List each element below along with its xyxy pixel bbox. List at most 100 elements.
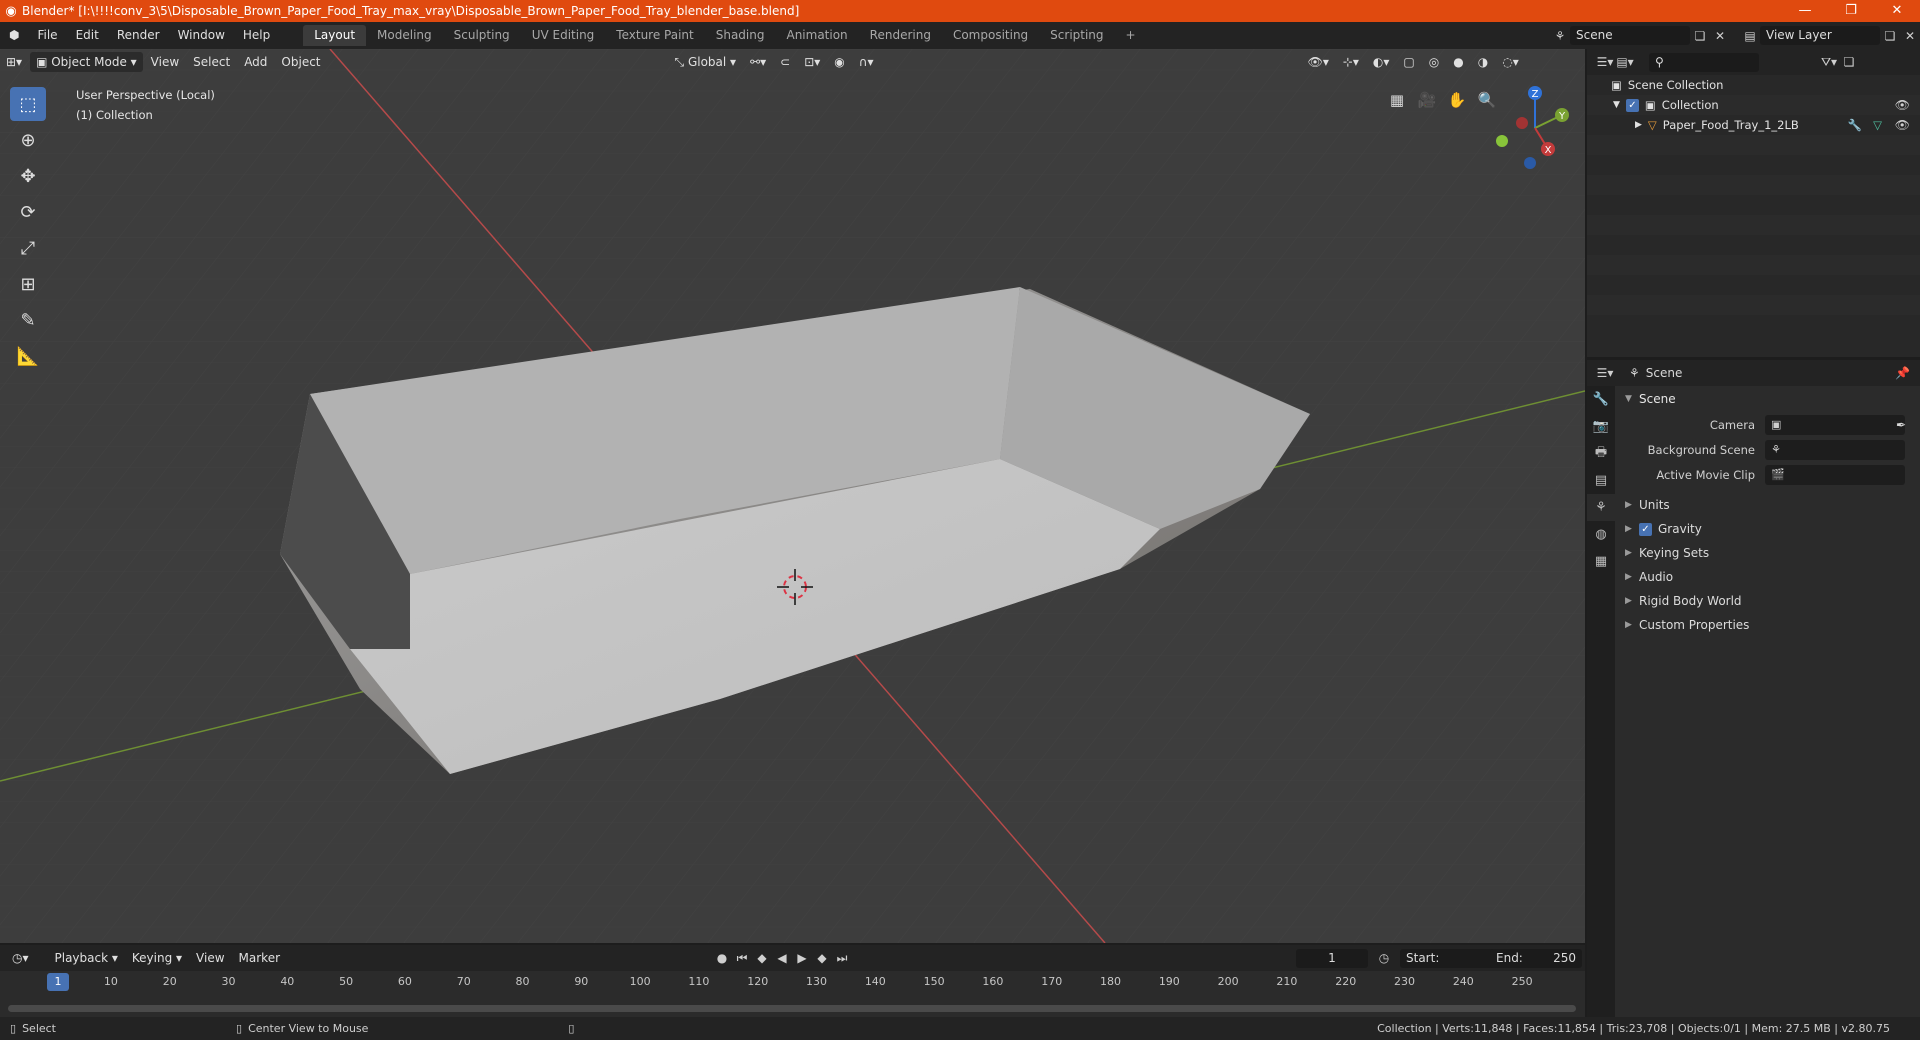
timeline-scrollbar[interactable]	[8, 1005, 1576, 1012]
transform-tool-icon[interactable]: ⊞	[10, 267, 46, 301]
keying-menu[interactable]: Keying ▾	[126, 948, 188, 968]
tab-tool-icon[interactable]: 🔧	[1587, 386, 1615, 413]
custom-properties-panel[interactable]: ▶ Custom Properties	[1615, 613, 1920, 637]
mesh-data-icon[interactable]: ▽	[1873, 118, 1882, 132]
falloff-icon[interactable]: ∩▾	[853, 52, 880, 72]
camera-icon[interactable]: 🎥	[1412, 87, 1442, 113]
modifier-wrench-icon[interactable]: 🔧	[1848, 118, 1862, 132]
visibility-icon[interactable]: 👁▾	[1302, 52, 1335, 72]
proportional-edit-icon[interactable]: ◉	[828, 52, 850, 72]
navigation-gizmo[interactable]: Z Y X	[1490, 83, 1580, 173]
viewport-menu-add[interactable]: Add	[238, 52, 273, 72]
gravity-checkbox[interactable]: ✓	[1639, 522, 1652, 536]
viewport-menu-select[interactable]: Select	[187, 52, 236, 72]
delete-scene-icon[interactable]: ✕	[1710, 26, 1730, 45]
jump-start-icon[interactable]: ⏮	[732, 949, 752, 968]
playback-menu[interactable]: Playback ▾	[49, 948, 124, 968]
tab-layout[interactable]: Layout	[303, 25, 367, 46]
timeline-ruler[interactable]: 1 10 20 30 40 50 60 70 80 90 100 110 120 130 140 150 160…	[0, 971, 1585, 993]
close-button[interactable]: ✕	[1874, 0, 1920, 22]
timeline-view-menu[interactable]: View	[190, 948, 230, 968]
tab-scene-icon[interactable]: ⚘	[1587, 494, 1615, 521]
record-icon[interactable]: ●	[712, 949, 732, 968]
expand-arrow-icon[interactable]: ▶	[1635, 120, 1642, 130]
new-collection-icon[interactable]: ❏	[1839, 53, 1859, 72]
tab-animation[interactable]: Animation	[775, 25, 858, 46]
tab-uv-editing[interactable]: UV Editing	[521, 25, 606, 46]
scene-field[interactable]: Scene	[1570, 26, 1690, 45]
new-view-layer-icon[interactable]: ❏	[1880, 26, 1900, 45]
gizmo-neg-z[interactable]	[1524, 157, 1536, 169]
view-layer-icon[interactable]: ▤	[1740, 26, 1760, 45]
snap-target-icon[interactable]: ⊡▾	[798, 52, 826, 72]
tab-scripting[interactable]: Scripting	[1039, 25, 1114, 46]
gizmo-toggle-icon[interactable]: ⊹▾	[1337, 52, 1365, 72]
tab-texture-paint[interactable]: Texture Paint	[605, 25, 704, 46]
blender-menu-icon[interactable]: ⬢	[0, 22, 28, 49]
jump-end-icon[interactable]: ⏭	[832, 949, 852, 968]
tab-texture-icon[interactable]: ▦	[1587, 548, 1615, 575]
move-tool-icon[interactable]: ✥	[10, 159, 46, 193]
scene-panel-header[interactable]: ▼ Scene	[1615, 386, 1920, 412]
toggle-camera-view-icon[interactable]: ▦	[1382, 87, 1412, 113]
gizmo-neg-x[interactable]	[1516, 117, 1528, 129]
camera-field[interactable]: ▣	[1765, 414, 1905, 435]
snap-icon[interactable]: ⊂	[774, 52, 796, 72]
properties-editor-type-icon[interactable]: ☰▾	[1595, 364, 1615, 383]
cursor-tool-icon[interactable]: ⊕	[10, 123, 46, 157]
tab-world-icon[interactable]: ◍	[1587, 521, 1615, 548]
mode-dropdown[interactable]: ▣ Object Mode ▾	[30, 52, 143, 72]
current-frame-field[interactable]: 1	[1296, 948, 1368, 968]
menu-window[interactable]: Window	[169, 22, 234, 49]
tab-sculpting[interactable]: Sculpting	[443, 25, 521, 46]
pin-icon[interactable]: 📌	[1895, 366, 1910, 380]
outliner-search-input[interactable]: ⚲	[1649, 52, 1759, 72]
tree-row-object[interactable]: ▶ ▽ Paper_Food_Tray_1_2LB 🔧 ▽ 👁	[1587, 115, 1920, 135]
select-box-tool-icon[interactable]: ⬚	[10, 87, 46, 121]
pan-hand-icon[interactable]: ✋	[1442, 87, 1472, 113]
add-workspace-icon[interactable]: +	[1115, 25, 1147, 46]
menu-edit[interactable]: Edit	[67, 22, 108, 49]
measure-tool-icon[interactable]: 📐	[10, 339, 46, 373]
shading-solid-icon[interactable]: ●	[1447, 52, 1469, 72]
eyedropper-icon[interactable]: ✒	[1896, 418, 1906, 432]
view-layer-field[interactable]: View Layer	[1760, 26, 1880, 45]
annotate-tool-icon[interactable]: ✎	[10, 303, 46, 337]
filter-icon[interactable]: ⛛▾	[1819, 53, 1839, 72]
tab-render-icon[interactable]: 📷	[1587, 413, 1615, 440]
shading-material-icon[interactable]: ◑	[1472, 52, 1494, 72]
3d-viewport[interactable]: ⊞▾ ▣ Object Mode ▾ View Select Add Objec…	[0, 49, 1585, 943]
display-mode-icon[interactable]: ▤▾	[1615, 53, 1635, 72]
rigid-body-world-panel[interactable]: ▶ Rigid Body World	[1615, 589, 1920, 613]
scene-icon[interactable]: ⚘	[1550, 26, 1570, 45]
tree-row-scene-collection[interactable]: ▣ Scene Collection	[1587, 75, 1920, 95]
tree-row-collection[interactable]: ▼ ✓ ▣ Collection 👁	[1587, 95, 1920, 115]
marker-menu[interactable]: Marker	[233, 948, 286, 968]
maximize-button[interactable]: ❐	[1828, 0, 1874, 22]
tab-modeling[interactable]: Modeling	[366, 25, 443, 46]
prev-keyframe-icon[interactable]: ◆	[752, 949, 772, 968]
outliner-editor-type-icon[interactable]: ☰▾	[1595, 53, 1615, 72]
transform-orientation-dropdown[interactable]: ⤡ Global ▾	[669, 52, 743, 72]
editor-type-icon[interactable]: ⊞▾	[0, 52, 28, 72]
end-frame-field[interactable]: End: 250	[1490, 948, 1582, 968]
next-keyframe-icon[interactable]: ◆	[812, 949, 832, 968]
audio-panel[interactable]: ▶ Audio	[1615, 565, 1920, 589]
shading-rendered-icon[interactable]: ◌▾	[1496, 52, 1525, 72]
collection-visibility-eye-icon[interactable]: 👁	[1895, 98, 1910, 112]
tab-output-icon[interactable]: 🖶	[1587, 440, 1615, 467]
gravity-panel[interactable]: ▶ ✓ Gravity	[1615, 517, 1920, 541]
gizmo-neg-y[interactable]	[1496, 135, 1508, 147]
timeline-editor-type-icon[interactable]: ◷▾	[6, 948, 35, 968]
new-scene-icon[interactable]: ❏	[1690, 26, 1710, 45]
units-panel[interactable]: ▶ Units	[1615, 493, 1920, 517]
keying-sets-panel[interactable]: ▶ Keying Sets	[1615, 541, 1920, 565]
tab-compositing[interactable]: Compositing	[942, 25, 1039, 46]
collapse-arrow-icon[interactable]: ▼	[1613, 100, 1620, 110]
play-icon[interactable]: ▶	[792, 949, 812, 968]
viewport-menu-object[interactable]: Object	[275, 52, 326, 72]
play-reverse-icon[interactable]: ◀	[772, 949, 792, 968]
menu-help[interactable]: Help	[234, 22, 279, 49]
object-visibility-eye-icon[interactable]: 👁	[1895, 118, 1910, 132]
shading-wireframe-icon[interactable]: ◎	[1423, 52, 1445, 72]
